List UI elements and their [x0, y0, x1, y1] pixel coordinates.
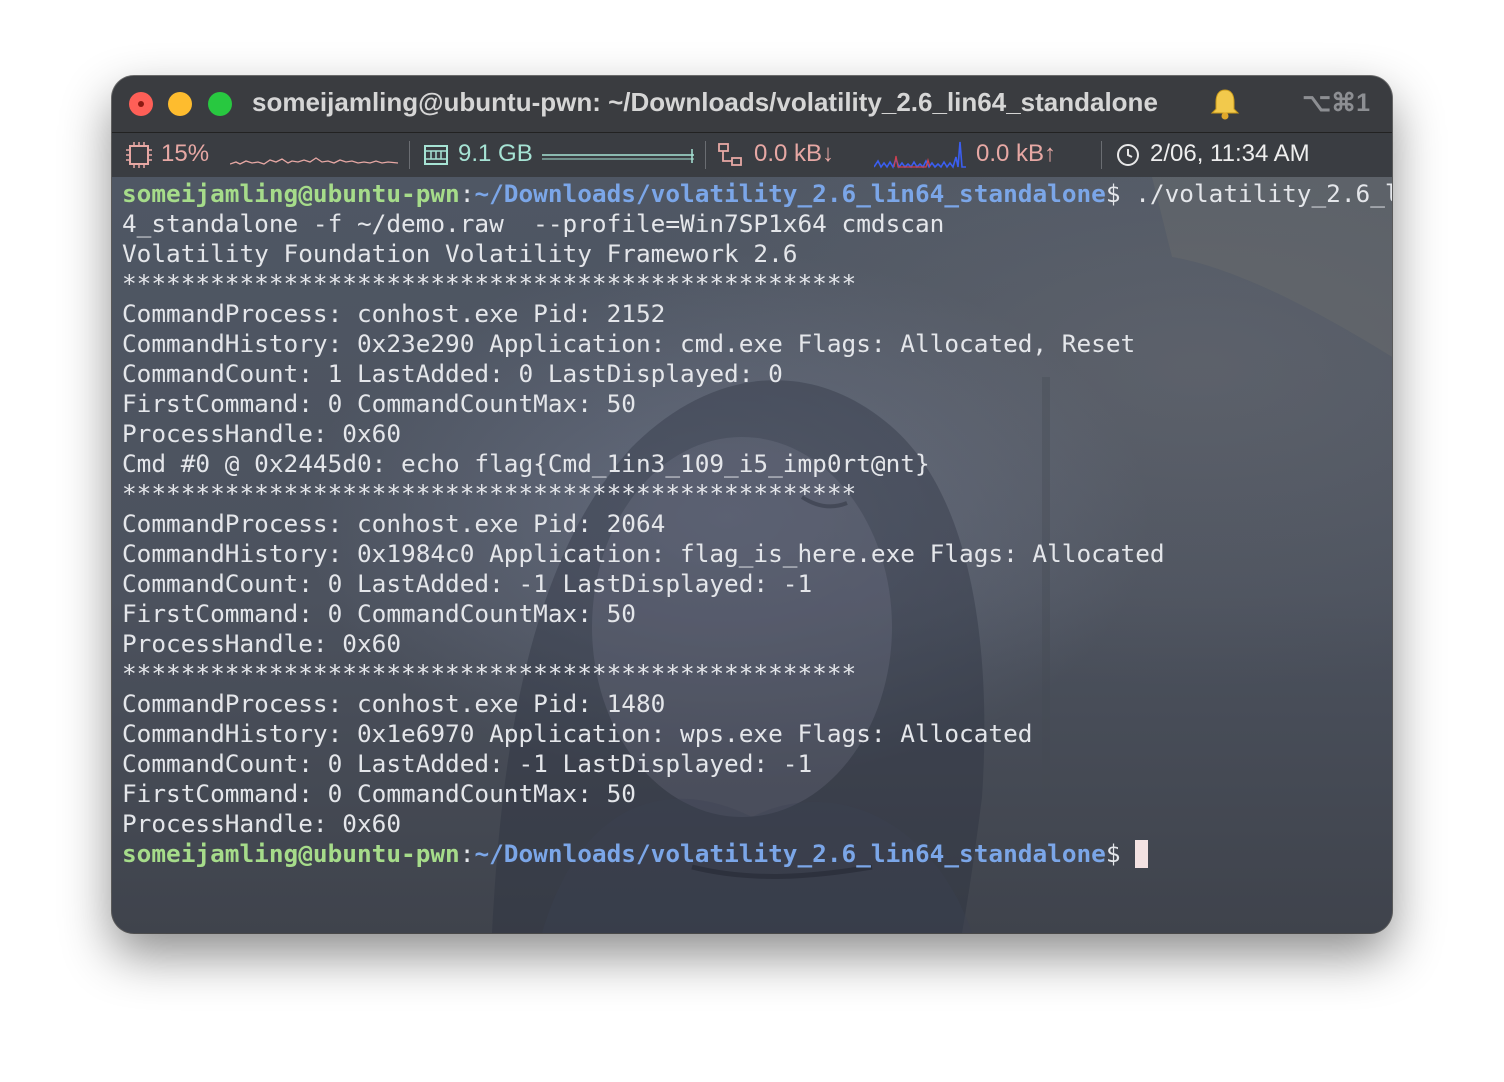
memory-graph: [542, 149, 694, 163]
command-line: someijamling@ubuntu-pwn:~/Downloads/vola…: [122, 179, 1392, 209]
terminal-lines: someijamling@ubuntu-pwn:~/Downloads/vola…: [122, 179, 1392, 869]
output-line: CommandHistory: 0x1e6970 Application: wp…: [122, 719, 1033, 748]
output-line: ProcessHandle: 0x60: [122, 809, 402, 838]
prompt-dollar: $: [1105, 839, 1121, 868]
cpu-usage: 15%: [161, 140, 210, 167]
bell-icon[interactable]: [1208, 87, 1242, 121]
output-line: Cmd #0 @ 0x2445d0: echo flag{Cmd_1in3_10…: [122, 449, 930, 478]
output-line: CommandCount: 1 LastAdded: 0 LastDisplay…: [122, 359, 783, 388]
window-title: someijamling@ubuntu-pwn: ~/Downloads/vol…: [252, 87, 1158, 117]
output-line: ****************************************…: [122, 269, 857, 298]
output-line: ProcessHandle: 0x60: [122, 629, 402, 658]
output-line: CommandHistory: 0x23e290 Application: cm…: [122, 329, 1136, 358]
output-line: FirstCommand: 0 CommandCountMax: 50: [122, 599, 636, 628]
output-line: CommandCount: 0 LastAdded: -1 LastDispla…: [122, 749, 813, 778]
output-line: Volatility Foundation Volatility Framewo…: [122, 239, 798, 268]
output-line: CommandProcess: conhost.exe Pid: 2152: [122, 299, 666, 328]
prompt-dollar: $: [1105, 179, 1121, 208]
cpu-graph: [230, 157, 398, 165]
tab-shortcut: ⌥⌘1: [1302, 89, 1370, 117]
output-line: 4_standalone -f ~/demo.raw --profile=Win…: [122, 209, 945, 238]
memory-usage: 9.1 GB: [458, 140, 533, 167]
network-upload: 0.0 kB↑: [976, 140, 1057, 167]
prompt-user: someijamling@ubuntu-pwn: [122, 179, 460, 208]
command-text: ./volatility_2.6_lin6: [1135, 179, 1392, 208]
terminal-window: someijamling@ubuntu-pwn: ~/Downloads/vol…: [112, 76, 1392, 933]
network-graph: [874, 141, 966, 169]
prompt-line[interactable]: someijamling@ubuntu-pwn:~/Downloads/vola…: [122, 839, 1392, 869]
network-icon: [718, 143, 742, 166]
title-bar: someijamling@ubuntu-pwn: ~/Downloads/vol…: [112, 76, 1392, 133]
output-line: CommandHistory: 0x1984c0 Application: fl…: [122, 539, 1165, 568]
prompt-path: ~/Downloads/volatility_2.6_lin64_standal…: [474, 179, 1106, 208]
prompt-path: ~/Downloads/volatility_2.6_lin64_standal…: [474, 839, 1106, 868]
status-bar: 15% 9.1 GB 0.0 kB↓ 0.0 kB↑ 2/06, 11:34 A…: [112, 133, 1392, 177]
close-button[interactable]: [129, 92, 153, 116]
output-line: FirstCommand: 0 CommandCountMax: 50: [122, 779, 636, 808]
maximize-button[interactable]: [208, 92, 232, 116]
clock: 2/06, 11:34 AM: [1150, 140, 1310, 167]
output-line: CommandCount: 0 LastAdded: -1 LastDispla…: [122, 569, 813, 598]
output-line: ****************************************…: [122, 479, 857, 508]
output-line: ProcessHandle: 0x60: [122, 419, 402, 448]
output-line: FirstCommand: 0 CommandCountMax: 50: [122, 389, 636, 418]
minimize-button[interactable]: [168, 92, 192, 116]
output-line: ****************************************…: [122, 659, 857, 688]
prompt-user: someijamling@ubuntu-pwn: [122, 839, 460, 868]
prompt-separator: :: [459, 179, 475, 208]
output-line: CommandProcess: conhost.exe Pid: 2064: [122, 509, 666, 538]
terminal-output[interactable]: someijamling@ubuntu-pwn:~/Downloads/vola…: [112, 177, 1392, 933]
output-line: CommandProcess: conhost.exe Pid: 1480: [122, 689, 666, 718]
cpu-icon: [126, 142, 152, 168]
text-cursor: [1134, 840, 1148, 868]
network-download: 0.0 kB↓: [754, 140, 835, 167]
prompt-separator: :: [459, 839, 475, 868]
clock-icon: [1117, 144, 1139, 166]
memory-icon: [424, 145, 448, 165]
